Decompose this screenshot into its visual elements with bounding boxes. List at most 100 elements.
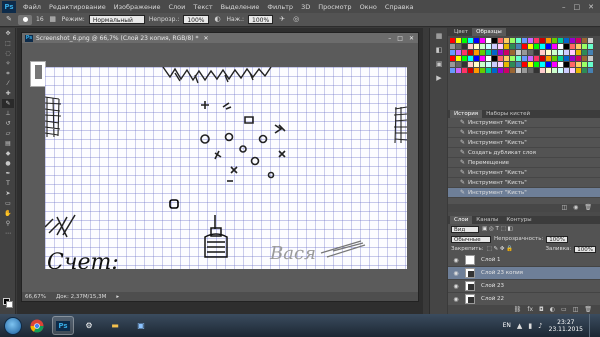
color-swatch[interactable] [468, 68, 473, 73]
show-desktop-button[interactable] [589, 314, 594, 337]
history-item[interactable]: ✎ Создать дубликат слоя [448, 148, 600, 158]
color-swatch[interactable] [546, 56, 551, 61]
color-swatch[interactable] [552, 56, 557, 61]
zoom-level[interactable]: 66,67% [25, 294, 46, 300]
clone-stamp-tool-icon[interactable]: ⊥ [2, 109, 14, 118]
network-icon[interactable]: ▮ [528, 322, 532, 330]
color-swatch[interactable] [516, 50, 521, 55]
color-swatch[interactable] [534, 50, 539, 55]
color-swatch[interactable] [516, 56, 521, 61]
color-swatch[interactable] [570, 56, 575, 61]
color-swatch[interactable] [588, 68, 593, 73]
mode-select[interactable]: Нормальный [88, 15, 145, 24]
group-folder-icon[interactable]: ▭ [561, 305, 567, 314]
color-swatch[interactable] [522, 68, 527, 73]
explorer-taskbar-icon[interactable]: ▬ [104, 316, 126, 335]
color-swatch[interactable] [498, 56, 503, 61]
layer-row[interactable]: ◉ Слой 23 [448, 280, 600, 293]
color-swatch[interactable] [486, 56, 491, 61]
history-item[interactable]: ✎ Инструмент "Кисть" [448, 138, 600, 148]
color-swatch[interactable] [564, 68, 569, 73]
color-swatch[interactable] [528, 38, 533, 43]
canvas-image[interactable]: Счет: Вася [45, 67, 407, 269]
history-trash-icon[interactable]: 🗑 [584, 204, 592, 212]
background-color-swatch[interactable] [6, 301, 13, 308]
color-swatch[interactable] [504, 50, 509, 55]
color-swatch[interactable] [492, 56, 497, 61]
color-swatch[interactable] [498, 50, 503, 55]
color-swatch[interactable] [456, 56, 461, 61]
color-swatch[interactable] [522, 56, 527, 61]
settings-taskbar-icon[interactable]: ⚙ [78, 316, 100, 335]
delete-layer-icon[interactable]: 🗑 [584, 305, 592, 314]
color-swatch[interactable] [456, 68, 461, 73]
tab-history[interactable]: История [450, 110, 483, 118]
color-swatch[interactable] [570, 62, 575, 67]
history-item[interactable]: ✎ Инструмент "Кисть" [448, 178, 600, 188]
pressure-size-icon[interactable]: ◎ [291, 15, 301, 24]
color-swatch[interactable] [570, 50, 575, 55]
color-swatch[interactable] [588, 62, 593, 67]
color-swatch[interactable] [480, 44, 485, 49]
color-swatch[interactable] [480, 38, 485, 43]
tab-paths[interactable]: Контуры [502, 216, 535, 224]
color-swatch[interactable] [456, 50, 461, 55]
color-swatch[interactable] [558, 68, 563, 73]
color-swatch[interactable] [456, 44, 461, 49]
color-swatch[interactable] [540, 56, 545, 61]
color-swatch[interactable] [582, 38, 587, 43]
color-swatch[interactable] [510, 38, 515, 43]
color-swatch[interactable] [534, 56, 539, 61]
more-tools-icon[interactable]: ⋯ [2, 229, 14, 238]
color-swatch[interactable] [486, 38, 491, 43]
color-swatch[interactable] [504, 68, 509, 73]
color-swatch[interactable] [576, 56, 581, 61]
close-button[interactable]: ✕ [588, 3, 594, 11]
airbrush-icon[interactable]: ✈ [277, 15, 287, 24]
history-item[interactable]: ✎ Перемещение [448, 158, 600, 168]
color-swatch[interactable] [540, 38, 545, 43]
color-swatch[interactable] [564, 50, 569, 55]
color-swatch[interactable] [534, 44, 539, 49]
color-swatch[interactable] [492, 38, 497, 43]
history-brush-tool-icon[interactable]: ↺ [2, 119, 14, 128]
fx-icon[interactable]: fx [527, 305, 533, 314]
menu-help[interactable]: Справка [381, 3, 418, 11]
color-swatch[interactable] [498, 68, 503, 73]
color-swatch[interactable] [558, 56, 563, 61]
pressure-opacity-icon[interactable]: ◐ [213, 15, 223, 24]
chrome-taskbar-icon[interactable] [26, 316, 48, 335]
color-swatch[interactable] [516, 44, 521, 49]
tab-channels[interactable]: Каналы [472, 216, 502, 224]
gradient-tool-icon[interactable]: ▤ [2, 139, 14, 148]
color-swatch[interactable] [552, 38, 557, 43]
color-swatch[interactable] [582, 56, 587, 61]
menu-filter[interactable]: Фильтр [263, 3, 297, 11]
type-tool-icon[interactable]: T [2, 179, 14, 188]
color-swatch[interactable] [492, 68, 497, 73]
color-swatch[interactable] [486, 68, 491, 73]
color-swatch[interactable] [498, 38, 503, 43]
tab-swatches[interactable]: Образцы [472, 28, 506, 36]
color-swatch[interactable] [468, 44, 473, 49]
color-swatch[interactable] [522, 44, 527, 49]
shape-tool-icon[interactable]: ▭ [2, 199, 14, 208]
menu-window[interactable]: Окно [356, 3, 381, 11]
color-swatch[interactable] [582, 62, 587, 67]
crop-tool-icon[interactable]: ⌗ [2, 69, 14, 78]
menu-image[interactable]: Изображение [110, 3, 165, 11]
tab-color[interactable]: Цвет [450, 28, 472, 36]
fill-field[interactable]: 100% [574, 245, 596, 253]
color-swatch[interactable] [552, 44, 557, 49]
color-swatch[interactable] [492, 62, 497, 67]
visibility-eye-icon[interactable]: ◉ [451, 257, 461, 264]
color-swatch[interactable] [528, 68, 533, 73]
path-select-tool-icon[interactable]: ➤ [2, 189, 14, 198]
color-swatch[interactable] [558, 44, 563, 49]
color-swatch[interactable] [552, 50, 557, 55]
color-swatch[interactable] [564, 56, 569, 61]
color-swatch[interactable] [582, 44, 587, 49]
lock-icons[interactable]: ⬚ ✎ ✥ 🔒 [487, 246, 514, 252]
history-panel-icon[interactable]: ▣ [433, 59, 445, 70]
actions-panel-icon[interactable]: ▶ [433, 73, 445, 84]
